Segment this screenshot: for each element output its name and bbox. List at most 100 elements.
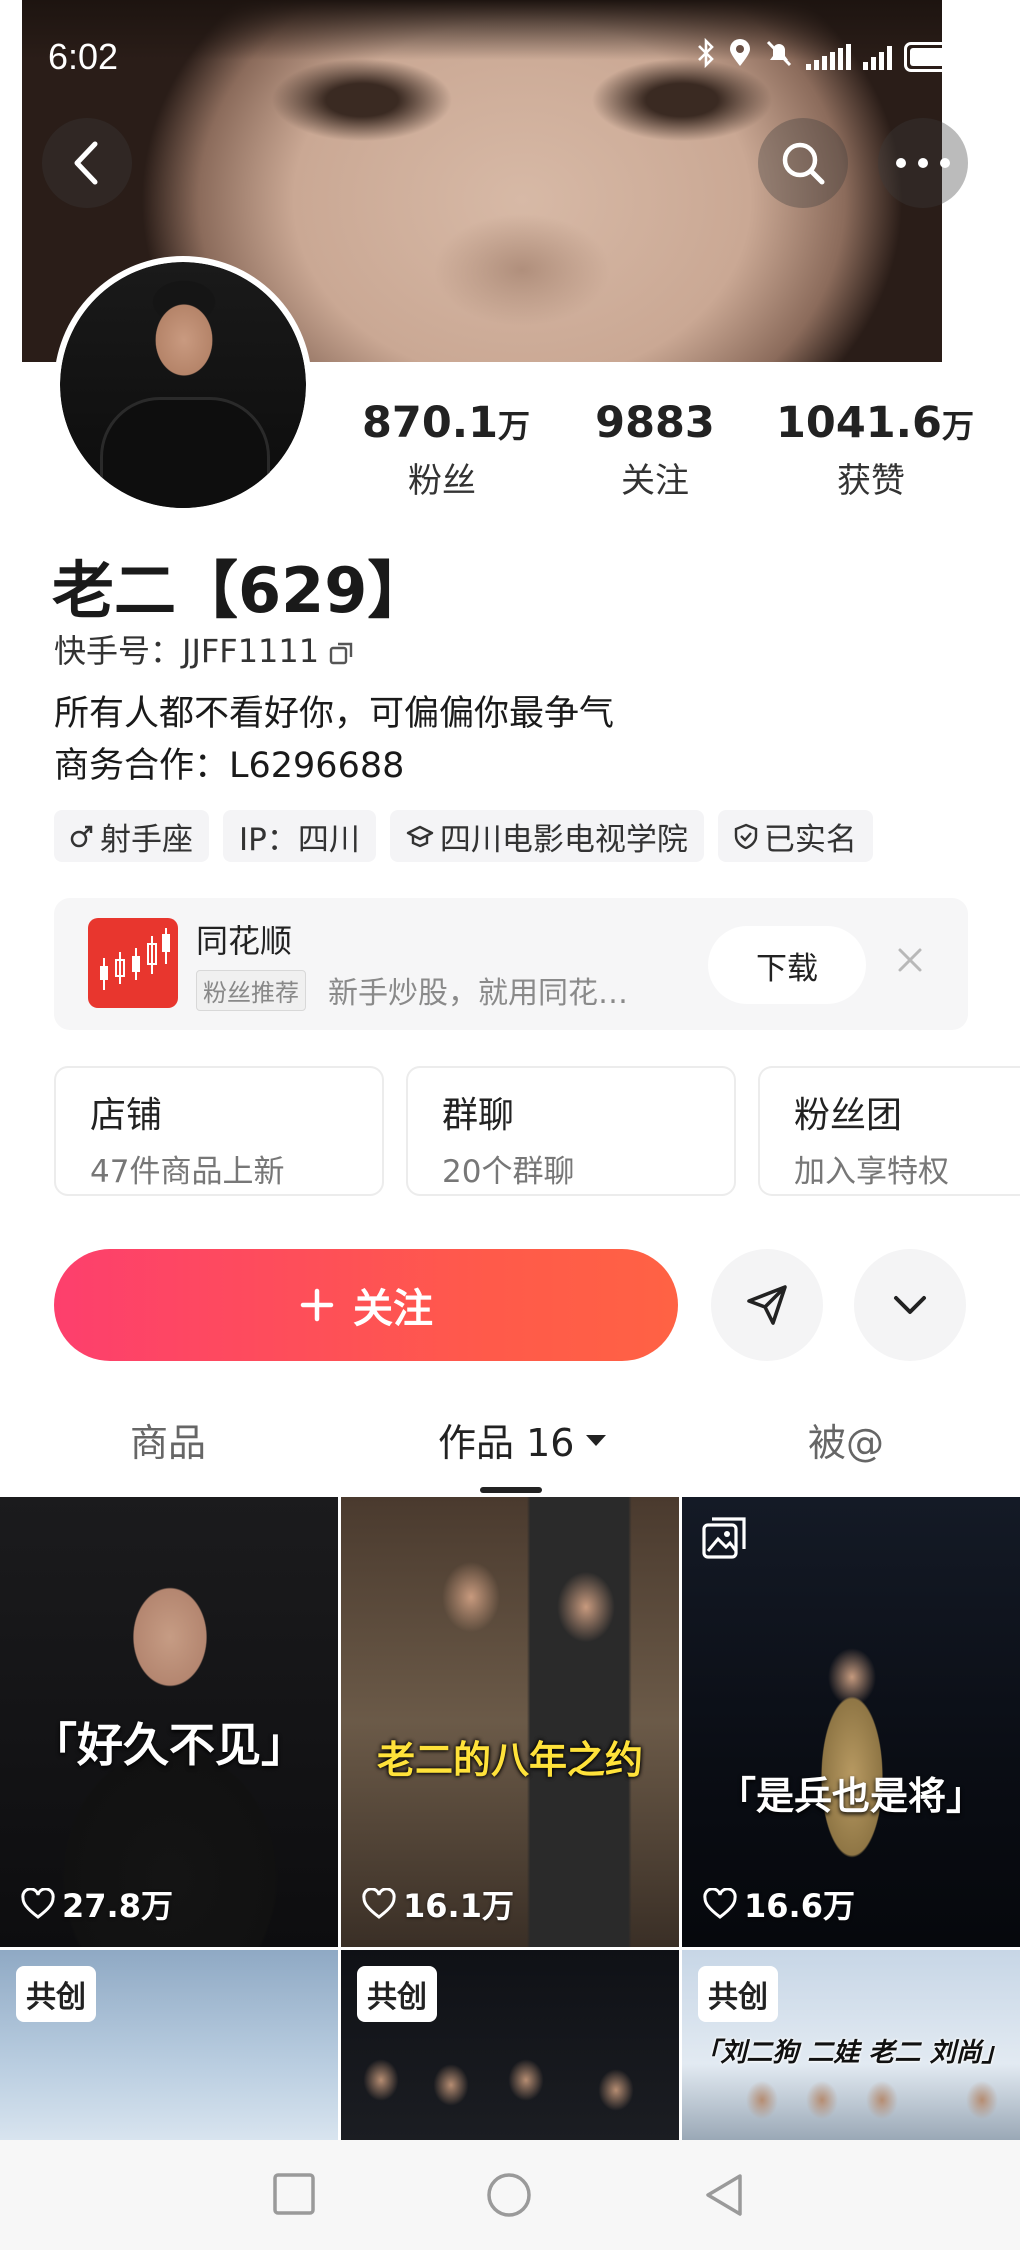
- profile-bio: 所有人都不看好你，可偏偏你最争气 商务合作：L6296688: [54, 688, 614, 792]
- signal-icon: [806, 43, 851, 70]
- nav-back-button[interactable]: [702, 2172, 746, 2222]
- bio-line-2: 商务合作：L6296688: [54, 746, 405, 786]
- video-item-4[interactable]: 共创: [0, 1950, 338, 2140]
- tag-school-text: 四川电影电视学院: [439, 821, 688, 858]
- tab-products[interactable]: 商品: [130, 1412, 206, 1467]
- stat-fans-label: 粉丝: [408, 461, 476, 502]
- stat-following-value: 9883: [595, 398, 715, 448]
- stat-following-label: 关注: [621, 461, 689, 502]
- back-button[interactable]: [42, 118, 132, 208]
- status-bar: 6:02: [0, 0, 1020, 120]
- stat-fans-value: 870.1万: [362, 398, 531, 448]
- verified-shield-icon: [734, 823, 758, 849]
- co-create-badge-4: 共创: [16, 1966, 96, 2022]
- shortcut-store-title: 店铺: [90, 1095, 163, 1136]
- home-button[interactable]: [486, 2172, 532, 2222]
- tab-works[interactable]: 作品 16: [438, 1412, 608, 1467]
- square-icon: [273, 2173, 315, 2215]
- signal-icon-2: [863, 44, 892, 70]
- ad-description: 新手炒股，就用同花…: [328, 976, 628, 1011]
- location-icon: [728, 38, 752, 75]
- male-icon: [70, 825, 93, 848]
- ad-close-button[interactable]: [890, 940, 930, 980]
- video-item-1[interactable]: 「好久不见」 27.8万: [0, 1497, 338, 1947]
- video-item-5[interactable]: 共创: [341, 1950, 679, 2140]
- graduation-cap-icon: [406, 825, 434, 848]
- stat-fans[interactable]: 870.1万 粉丝: [362, 398, 531, 502]
- expand-button[interactable]: [854, 1249, 966, 1361]
- more-dots-icon: [896, 158, 950, 168]
- image-set-icon: [700, 1515, 748, 1567]
- co-create-badge-5: 共创: [357, 1966, 437, 2022]
- stat-likes-label: 获赞: [837, 461, 905, 502]
- video-caption-3: 「是兵也是将」: [717, 1774, 984, 1818]
- video-likes-1: 27.8万: [20, 1881, 173, 1927]
- share-button[interactable]: [711, 1249, 823, 1361]
- status-time: 6:02: [48, 36, 119, 77]
- heart-icon: [703, 1888, 737, 1919]
- video-thumbnail-2: [341, 1497, 679, 1947]
- bio-line-1: 所有人都不看好你，可偏偏你最争气: [54, 694, 615, 734]
- stat-likes[interactable]: 1041.6万 获赞: [776, 398, 974, 502]
- video-item-6[interactable]: 共创 「刘二狗 二娃 老二 刘尚」: [682, 1950, 1020, 2140]
- ad-download-button[interactable]: 下载: [708, 926, 866, 1004]
- tag-zodiac-text: 射手座: [100, 821, 193, 858]
- close-icon: [898, 948, 922, 972]
- bluetooth-icon: [696, 37, 716, 75]
- status-icons: [696, 37, 975, 75]
- battery-icon: [904, 41, 975, 72]
- follow-button[interactable]: 关注: [54, 1249, 678, 1361]
- profile-name: 老二【629】: [52, 554, 430, 627]
- video-caption-2: 老二的八年之约: [376, 1738, 643, 1782]
- video-likes-3-text: 16.6万: [744, 1887, 855, 1925]
- plus-icon: [300, 1288, 334, 1322]
- shortcut-fan-club-title: 粉丝团: [794, 1095, 903, 1136]
- avatar[interactable]: [54, 256, 312, 514]
- more-button[interactable]: [878, 118, 968, 208]
- tag-verified: 已实名: [717, 810, 873, 862]
- shortcut-store-subtitle: 47件商品上新: [90, 1154, 285, 1190]
- tag-verified-text: 已实名: [763, 821, 857, 858]
- video-likes-3: 16.6万: [702, 1881, 855, 1927]
- heart-icon: [362, 1888, 396, 1919]
- stat-following[interactable]: 9883 关注: [580, 398, 730, 502]
- triangle-back-icon: [706, 2174, 742, 2216]
- shortcut-fan-club[interactable]: 粉丝团 加入享特权: [758, 1066, 1020, 1196]
- ad-badge: 粉丝推荐: [196, 970, 306, 1011]
- tag-ip-text: IP：四川: [239, 821, 360, 858]
- search-button[interactable]: [758, 118, 848, 208]
- video-likes-2: 16.1万: [361, 1881, 514, 1927]
- send-icon: [747, 1285, 787, 1325]
- tab-mentions[interactable]: 被@: [808, 1412, 884, 1467]
- tab-active-indicator: [480, 1487, 542, 1493]
- shortcut-store[interactable]: 店铺 47件商品上新: [54, 1066, 384, 1196]
- chevron-down-icon: [894, 1296, 926, 1314]
- shortcut-group-chat-title: 群聊: [442, 1095, 515, 1136]
- system-navigation-bar: [0, 2140, 1020, 2250]
- profile-tags: 射手座 IP：四川 四川电影电视学院 已实名: [54, 810, 873, 862]
- video-caption-6: 「刘二狗 二娃 老二 刘尚」: [694, 2038, 1008, 2068]
- copy-icon[interactable]: [329, 636, 355, 665]
- circle-icon: [487, 2173, 531, 2217]
- ad-card[interactable]: 同花顺 粉丝推荐 新手炒股，就用同花… 下载: [54, 898, 968, 1030]
- tag-ip: IP：四川: [223, 810, 376, 862]
- recent-apps-button[interactable]: [272, 2172, 316, 2220]
- shortcut-group-chat-subtitle: 20个群聊: [442, 1154, 575, 1190]
- tag-school[interactable]: 四川电影电视学院: [389, 810, 704, 862]
- follow-button-label: 关注: [353, 1286, 433, 1332]
- video-item-3[interactable]: 「是兵也是将」 16.6万: [682, 1497, 1020, 1947]
- shortcut-group-chat[interactable]: 群聊 20个群聊: [406, 1066, 736, 1196]
- stat-likes-value: 1041.6万: [776, 398, 974, 448]
- video-caption-1: 「好久不见」: [31, 1718, 307, 1772]
- video-likes-2-text: 16.1万: [403, 1887, 514, 1925]
- heart-icon: [21, 1888, 55, 1919]
- back-arrow-icon: [74, 141, 98, 185]
- search-icon: [782, 142, 825, 185]
- ad-title: 同花顺: [196, 922, 293, 960]
- video-item-2[interactable]: 老二的八年之约 16.1万: [341, 1497, 679, 1947]
- mute-bell-icon: [764, 38, 794, 75]
- tab-works-label: 作品 16: [438, 1421, 575, 1465]
- avatar-image-body: [100, 397, 270, 508]
- video-likes-1-text: 27.8万: [62, 1887, 173, 1925]
- ad-app-logo: [88, 918, 178, 1008]
